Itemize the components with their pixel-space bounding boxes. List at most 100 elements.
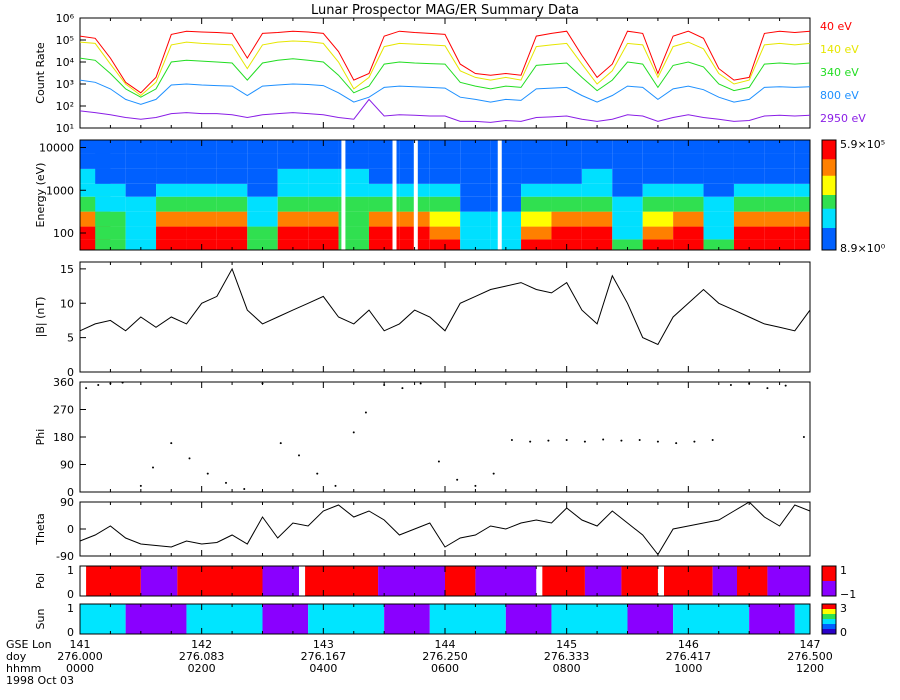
spectrogram-cell (429, 196, 461, 212)
sun-segment (429, 604, 506, 634)
phi-point (638, 439, 641, 442)
spectrogram-cell (429, 168, 461, 184)
phi-point (109, 382, 112, 385)
phi-point (748, 382, 751, 385)
phi-point (656, 440, 659, 443)
theta-ytick-label: 0 (67, 523, 74, 536)
spectrogram-cell (521, 168, 552, 184)
spectrogram-cell (521, 153, 552, 169)
sun-colorbar-cell (822, 604, 836, 609)
theta-ytick-label: -90 (56, 550, 74, 563)
spectrogram-cell (460, 226, 491, 240)
theta-line (79, 501, 811, 556)
polarity-segment (542, 566, 585, 596)
polarity-segment (262, 566, 299, 596)
polarity-segment (305, 566, 379, 596)
spectrogram-cell (216, 183, 248, 197)
spectrogram-cell (95, 153, 126, 169)
spectrogram-ytick-label: 10000 (39, 142, 74, 155)
phi-point (352, 431, 355, 434)
spectrogram-cell (673, 211, 704, 227)
spectrogram-cell (581, 183, 613, 197)
spectrogram-cell (733, 153, 765, 169)
spectrogram-cell (186, 196, 217, 212)
spectrogram-cell (460, 211, 491, 227)
spectrogram-cell (764, 196, 795, 212)
spectrogram-cell (581, 168, 613, 184)
polarity-colorbar-max: 1 (840, 564, 847, 577)
phi-point (243, 487, 246, 490)
count-rate-ytick-label: 10² (56, 100, 74, 113)
spectrogram-cell (277, 196, 309, 212)
spectrogram-cell (125, 226, 157, 240)
phi-point (279, 442, 282, 445)
spectrogram-cell (460, 196, 491, 212)
spectrogram-cell (247, 168, 278, 184)
phi-point (474, 484, 477, 487)
spectrogram-cell (612, 168, 643, 184)
spectrogram-cell (612, 196, 643, 212)
phi-point (510, 439, 513, 442)
spectrogram-cell (521, 226, 552, 240)
spectrogram-cell (612, 153, 643, 169)
spectrogram-cell (216, 168, 248, 184)
spectrogram-cell (490, 211, 522, 227)
spectrogram-cell (581, 196, 613, 212)
spectrogram-cell (308, 183, 339, 197)
spectrogram-cell (673, 168, 704, 184)
spectrogram-cell (521, 183, 552, 197)
spectrogram-cell (247, 226, 278, 240)
spectrogram-cell (521, 196, 552, 212)
spectrogram-cell (551, 226, 582, 240)
sun-colorbar-cell (822, 609, 836, 614)
spectrogram-cell (794, 196, 810, 212)
phi-ytick-label: 90 (60, 459, 74, 472)
phi-point (316, 472, 319, 475)
polarity-segment (177, 566, 263, 596)
phi-point (152, 466, 154, 469)
spectrogram-cell (642, 153, 674, 169)
spectrogram-cell (764, 153, 795, 169)
spectrogram-cell (156, 211, 187, 227)
spectrogram-cell (460, 183, 491, 197)
phi-point (675, 442, 678, 445)
spectrogram-cell (186, 211, 217, 227)
sun-segment (627, 604, 674, 634)
spectrogram-cell (125, 211, 157, 227)
spectrogram-cell (581, 226, 613, 240)
spectrogram-cell (308, 226, 339, 240)
phi-point (139, 484, 142, 487)
footer-hhmm-tick: 0000 (66, 662, 94, 675)
spectrogram-cell (673, 153, 704, 169)
phi-point (261, 382, 264, 385)
spectrogram-cell (460, 153, 491, 169)
phi-point (364, 411, 367, 414)
spectrogram-cell (125, 183, 157, 197)
phi-point (766, 387, 769, 390)
sun-segment (505, 604, 552, 634)
polarity-ytick-label: 1 (67, 564, 74, 577)
footer-hhmm-tick: 0400 (309, 662, 337, 675)
spectrogram-cell (95, 226, 126, 240)
phi-point (206, 472, 209, 475)
spectrogram-cell (703, 183, 734, 197)
spectrogram-cell (581, 153, 613, 169)
spectrogram-cell (125, 196, 157, 212)
time-axis-footer: GSE Lon doy hhmm 1998 Oct 03 141276.0000… (6, 638, 833, 687)
polarity-ytick-label-zero: 0 (67, 588, 74, 601)
footer-hhmm-tick: 1200 (796, 662, 824, 675)
polarity-segment (86, 566, 141, 596)
polarity-colorbar-min: −1 (840, 588, 856, 601)
phi-point (529, 440, 532, 443)
legend-800-ev: 800 eV (820, 89, 859, 102)
spectrogram-cell (186, 183, 217, 197)
spectrogram-cell (673, 226, 704, 240)
spectrogram-cell (490, 226, 522, 240)
spectrogram-cell (673, 196, 704, 212)
polarity-segment (767, 566, 810, 596)
spectrogram-cell (156, 153, 187, 169)
footer-hhmm-tick: 1000 (674, 662, 702, 675)
spectrogram-cell (95, 196, 126, 212)
spectrogram-cell (703, 211, 734, 227)
spectrogram-cell (551, 196, 582, 212)
